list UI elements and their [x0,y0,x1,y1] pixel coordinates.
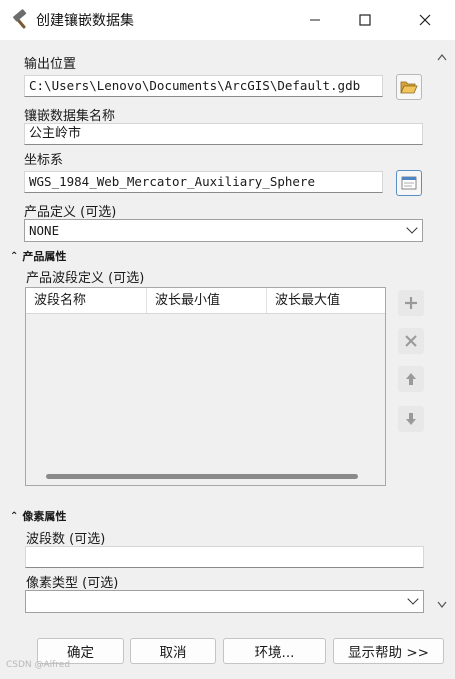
parameters-panel: 输出位置 C:\Users\Lenovo\Documents\ArcGIS\De… [0,40,455,625]
watermark: CSDN @Alfred [6,660,71,670]
product-definition-select[interactable]: NONE [24,219,423,242]
output-location-label: 输出位置 [24,57,77,72]
add-row-button[interactable] [398,290,424,316]
dialog-footer: 确定 取消 环境... 显示帮助 >> [0,625,455,679]
coordinate-system-label: 坐标系 [24,153,64,168]
title-bar: 创建镶嵌数据集 [0,0,455,40]
window-title: 创建镶嵌数据集 [36,13,134,29]
band-count-label: 波段数 (可选) [26,532,106,547]
move-down-button[interactable] [398,406,424,432]
dataset-name-field[interactable]: 公主岭市 [24,123,423,145]
delete-row-button[interactable] [398,328,424,354]
product-definition-label: 产品定义 (可选) [24,205,117,220]
hammer-icon [10,9,32,31]
folder-open-icon [400,81,418,94]
scroll-down-arrow[interactable] [437,598,447,613]
table-header: 波段名称 波长最小值 波长最大值 [26,288,385,314]
x-icon [405,335,417,347]
show-help-button[interactable]: 显示帮助 >> [333,638,444,664]
column-header-band-name[interactable]: 波段名称 [26,288,147,313]
minimize-icon [310,19,320,21]
close-icon [419,14,431,26]
pixel-properties-header[interactable]: ⌃ 像素属性 [10,508,66,524]
move-up-button[interactable] [398,366,424,392]
product-properties-title: 产品属性 [22,250,67,263]
column-header-max-wavelength[interactable]: 波长最大值 [267,288,385,313]
pixel-type-select[interactable] [25,590,424,613]
minimize-button[interactable] [290,0,340,40]
dataset-name-label: 镶嵌数据集名称 [24,109,116,124]
tool-dialog: 创建镶嵌数据集 输出位置 C:\Users\Lenovo\Documents\A… [0,0,455,679]
cancel-button[interactable]: 取消 [130,638,216,664]
band-definition-table[interactable]: 波段名称 波长最小值 波长最大值 [25,287,386,486]
pixel-type-label: 像素类型 (可选) [26,576,119,591]
collapse-chevron-icon: ⌃ [10,250,19,262]
spatial-reference-button[interactable] [396,170,422,196]
product-definition-value: NONE [29,223,60,238]
output-location-field[interactable]: C:\Users\Lenovo\Documents\ArcGIS\Default… [24,75,383,97]
horizontal-scrollbar[interactable] [26,467,385,485]
arrow-up-icon [406,373,416,385]
spatial-reference-icon [401,176,417,190]
chevron-down-icon [407,593,419,605]
band-definition-label: 产品波段定义 (可选) [26,271,145,286]
browse-button[interactable] [396,74,422,100]
arrow-down-icon [406,413,416,425]
close-button[interactable] [400,0,450,40]
environments-button[interactable]: 环境... [223,638,326,664]
chevron-down-icon [406,222,418,234]
maximize-button[interactable] [340,0,390,40]
chevron-down-icon [437,601,447,608]
maximize-icon [359,14,371,26]
product-properties-header[interactable]: ⌃ 产品属性 [10,248,66,264]
coordinate-system-field[interactable]: WGS_1984_Web_Mercator_Auxiliary_Sphere [24,171,383,193]
plus-icon [405,297,417,309]
collapse-chevron-icon: ⌃ [10,510,19,522]
chevron-up-icon [437,54,447,61]
scroll-up-arrow[interactable] [437,50,447,65]
pixel-properties-title: 像素属性 [22,510,67,523]
band-count-field[interactable] [25,546,424,568]
column-header-min-wavelength[interactable]: 波长最小值 [147,288,267,313]
scrollbar-thumb[interactable] [46,474,358,479]
